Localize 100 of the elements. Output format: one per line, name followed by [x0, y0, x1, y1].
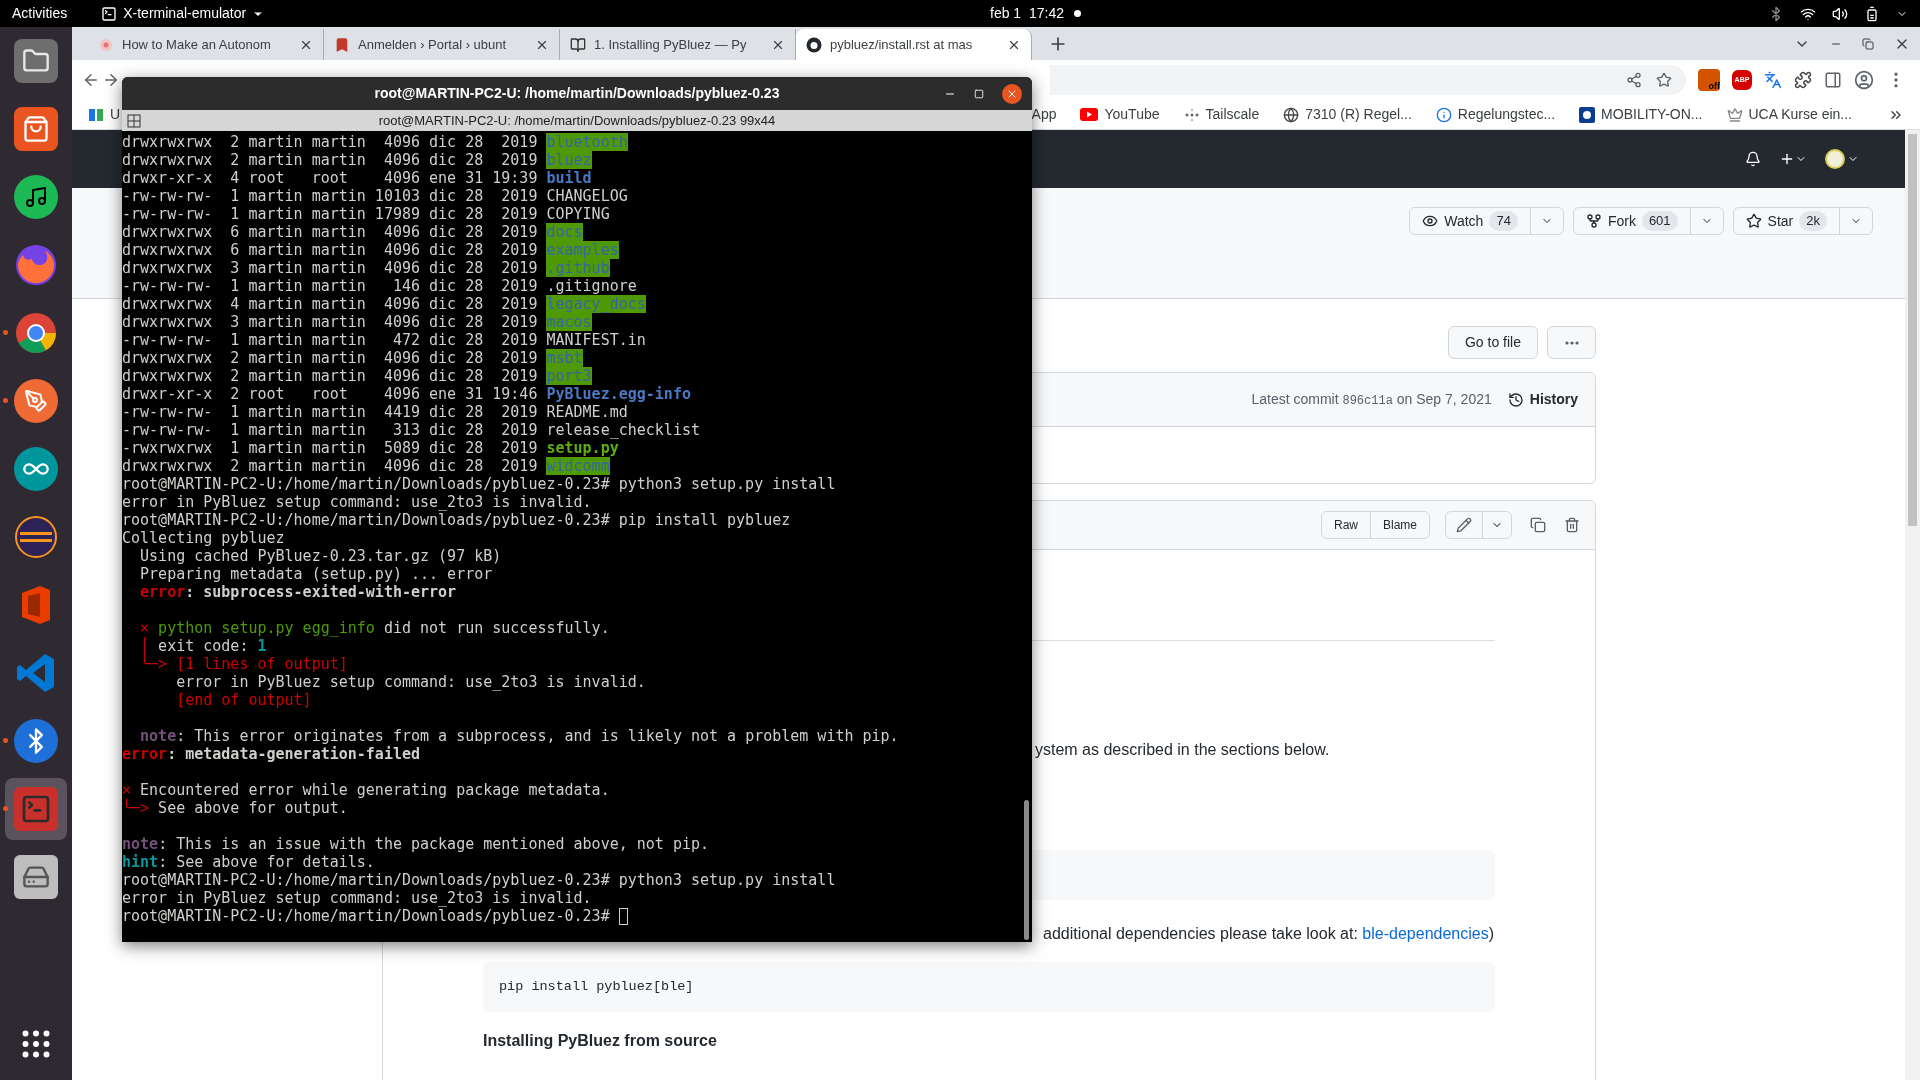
terminal-line: drwxr-xr-x 2 root root 4096 ene 31 19:46 PyBluez.egg-info — [122, 385, 691, 403]
cat-logo-icon — [806, 36, 822, 53]
code: pip install pybluez[ble] — [499, 977, 694, 996]
puzzle-icon[interactable] — [1794, 71, 1812, 89]
terminal-line: drwxrwxrwx 2 martin martin 4096 dic 28 2019 bluez — [122, 151, 592, 169]
terminal-line: note: This is an issue with the package mentioned above, not pip. — [122, 835, 709, 853]
side-panel-icon[interactable] — [1824, 71, 1842, 89]
scrollbar-thumb[interactable] — [1908, 134, 1917, 526]
terminal-line: × python setup.py egg_info did not run successfully. — [139, 619, 610, 637]
translate-icon[interactable] — [1764, 71, 1782, 89]
terminal-line: drwxrwxrwx 4 martin martin 4096 dic 28 2019 legacy_docs — [122, 295, 646, 313]
notifications-icon[interactable] — [1745, 151, 1761, 167]
split-icon[interactable] — [127, 113, 141, 128]
favicon-icon — [98, 36, 114, 53]
paragraph: ystem as described in the sections below. — [1035, 740, 1331, 760]
section-heading: Installing PyBluez from source — [483, 1031, 718, 1051]
app-menu[interactable]: X-terminal-emulator — [101, 3, 265, 24]
info-icon — [1435, 106, 1452, 123]
bookmark[interactable]: 7310 (R) Regel... — [1283, 104, 1412, 125]
bookmark[interactable]: YouTube — [1080, 104, 1160, 125]
maximize-icon[interactable] — [974, 88, 984, 99]
browser-tab[interactable]: pybluez/install.rst at mas — [796, 29, 1032, 60]
terminal-line: × Encountered error while generating package metadata. — [122, 781, 610, 799]
avatar-icon[interactable] — [1854, 70, 1874, 90]
terminal-line: error: subprocess-exited-with-error — [139, 583, 457, 601]
dots-icon — [1183, 106, 1200, 123]
file-action-button[interactable]: Blame — [1370, 512, 1429, 538]
terminal-line: [end of output] — [175, 691, 312, 709]
close-button[interactable] — [1002, 83, 1022, 104]
terminal-line: error in PyBluez setup command: use_2to3 is invalid. — [122, 493, 592, 511]
terminal-line: -rw-rw-rw- 1 martin martin 4419 dic 28 2019 README.md — [122, 403, 628, 421]
bookmark[interactable]: App — [1031, 104, 1057, 125]
bookmark-icon — [334, 36, 350, 53]
scrollbar-thumb[interactable] — [1023, 800, 1029, 940]
pencil-icon — [1456, 517, 1472, 533]
terminal-line: root@MARTIN-PC2-U:/home/martin/Downloads/pybluez-0.23# pip install pybluez — [122, 511, 791, 529]
restore-icon[interactable] — [1862, 38, 1874, 50]
terminal-line: error: metadata-generation-failed — [122, 745, 421, 763]
terminal-line: drwxrwxrwx 2 martin martin 4096 dic 28 2019 port3 — [122, 367, 592, 385]
history-icon — [1507, 391, 1524, 408]
bookmark[interactable]: MOBILITY-ON... — [1579, 104, 1703, 125]
terminal-line: -rw-rw-rw- 1 martin martin 10103 dic 28 2019 CHANGELOG — [122, 187, 628, 205]
page-scrollbar[interactable] — [1905, 130, 1920, 1080]
bookmark[interactable]: U — [88, 104, 121, 125]
link[interactable]: ble-dependencies — [1362, 925, 1489, 942]
create-icon[interactable] — [1779, 151, 1795, 167]
chrome-icon — [14, 311, 58, 355]
bluetooth-icon — [14, 719, 58, 763]
terminal-line: error in PyBluez setup command: use_2to3 is invalid. — [122, 889, 592, 907]
clock[interactable]: feb 1 17:42 — [990, 3, 1064, 24]
bookmark[interactable]: UCA Kurse ein... — [1726, 104, 1852, 125]
terminal-line: drwxrwxrwx 6 martin martin 4096 dic 28 2019 examples — [122, 241, 619, 259]
terminal-icon — [14, 787, 58, 831]
history-link[interactable]: History — [1507, 389, 1578, 410]
folder-icon — [14, 39, 58, 83]
terminal-line: drwxrwxrwx 2 martin martin 4096 dic 28 2019 msbt — [122, 349, 583, 367]
terminal-line: hint: See above for details. — [122, 853, 375, 871]
extension-button[interactable]: off — [1698, 69, 1720, 91]
terminal-line: drwxrwxrwx 6 martin martin 4096 dic 28 2019 docs — [122, 223, 583, 241]
latest-commit: Latest commit 896c11a on Sep 7, 2021 — [1251, 390, 1492, 410]
terminal-line: Preparing metadata (setup.py) ... error — [139, 565, 493, 583]
terminal-line: drwxrwxrwx 3 martin martin 4096 dic 28 2019 macos — [122, 313, 592, 331]
delete-icon[interactable] — [1564, 517, 1580, 533]
terminal-line: │ exit code: 1 — [139, 637, 267, 655]
bookmark[interactable]: Tailscale — [1183, 104, 1260, 125]
terminal-line: -rw-rw-rw- 1 martin martin 146 dic 28 2019 .gitignore — [122, 277, 637, 295]
eye-icon — [1422, 213, 1439, 229]
pen-icon — [14, 379, 58, 423]
copy-icon[interactable] — [1530, 517, 1546, 533]
play-icon — [1080, 108, 1099, 121]
crown-icon — [1726, 106, 1743, 123]
globe-icon — [1283, 106, 1300, 123]
music-icon — [14, 175, 58, 219]
terminal-line: -rw-rw-rw- 1 martin martin 313 dic 28 2019 release_checklist — [122, 421, 700, 439]
bookmark-star-icon[interactable] — [1656, 72, 1672, 88]
counter: 74 — [1489, 211, 1518, 231]
terminal-line: ╰─> [1 lines of output] — [139, 655, 348, 673]
terminal-line: -rw-rw-rw- 1 martin martin 17989 dic 28 2019 COPYING — [122, 205, 610, 223]
site-logo-icon — [88, 106, 104, 123]
browser-tab[interactable]: How to Make an Autonom — [88, 29, 324, 60]
battery-icon[interactable] — [1864, 5, 1880, 22]
avatar[interactable] — [1825, 149, 1845, 169]
share-icon[interactable] — [1626, 72, 1642, 88]
file-action-button[interactable]: Raw — [1321, 512, 1370, 538]
more-icon — [1564, 340, 1579, 345]
bookmark[interactable]: Regelungstec... — [1435, 104, 1556, 125]
terminal-line: drwxrwxrwx 2 martin martin 4096 dic 28 2019 bluetooth — [122, 133, 628, 151]
terminal-line: root@MARTIN-PC2-U:/home/martin/Downloads/pybluez-0.23# — [122, 907, 610, 925]
back-icon[interactable] — [82, 71, 100, 89]
activities-button[interactable]: Activities — [12, 3, 68, 24]
fork-icon — [1585, 213, 1602, 229]
counter: 2k — [1799, 211, 1827, 231]
browser-tab[interactable]: Anmelden › Portal › ubunt — [324, 29, 560, 60]
terminal-line: error in PyBluez setup command: use_2to3 is invalid. — [175, 673, 646, 691]
go-to-file-button[interactable]: Go to file — [1447, 326, 1538, 359]
volume-icon[interactable] — [1832, 5, 1848, 22]
forward-icon[interactable] — [102, 71, 120, 89]
infinity-icon — [14, 447, 58, 491]
terminal-line: Collecting pybluez — [122, 529, 285, 547]
terminal-line: root@MARTIN-PC2-U:/home/martin/Downloads/pybluez-0.23# python3 setup.py install — [122, 475, 836, 493]
